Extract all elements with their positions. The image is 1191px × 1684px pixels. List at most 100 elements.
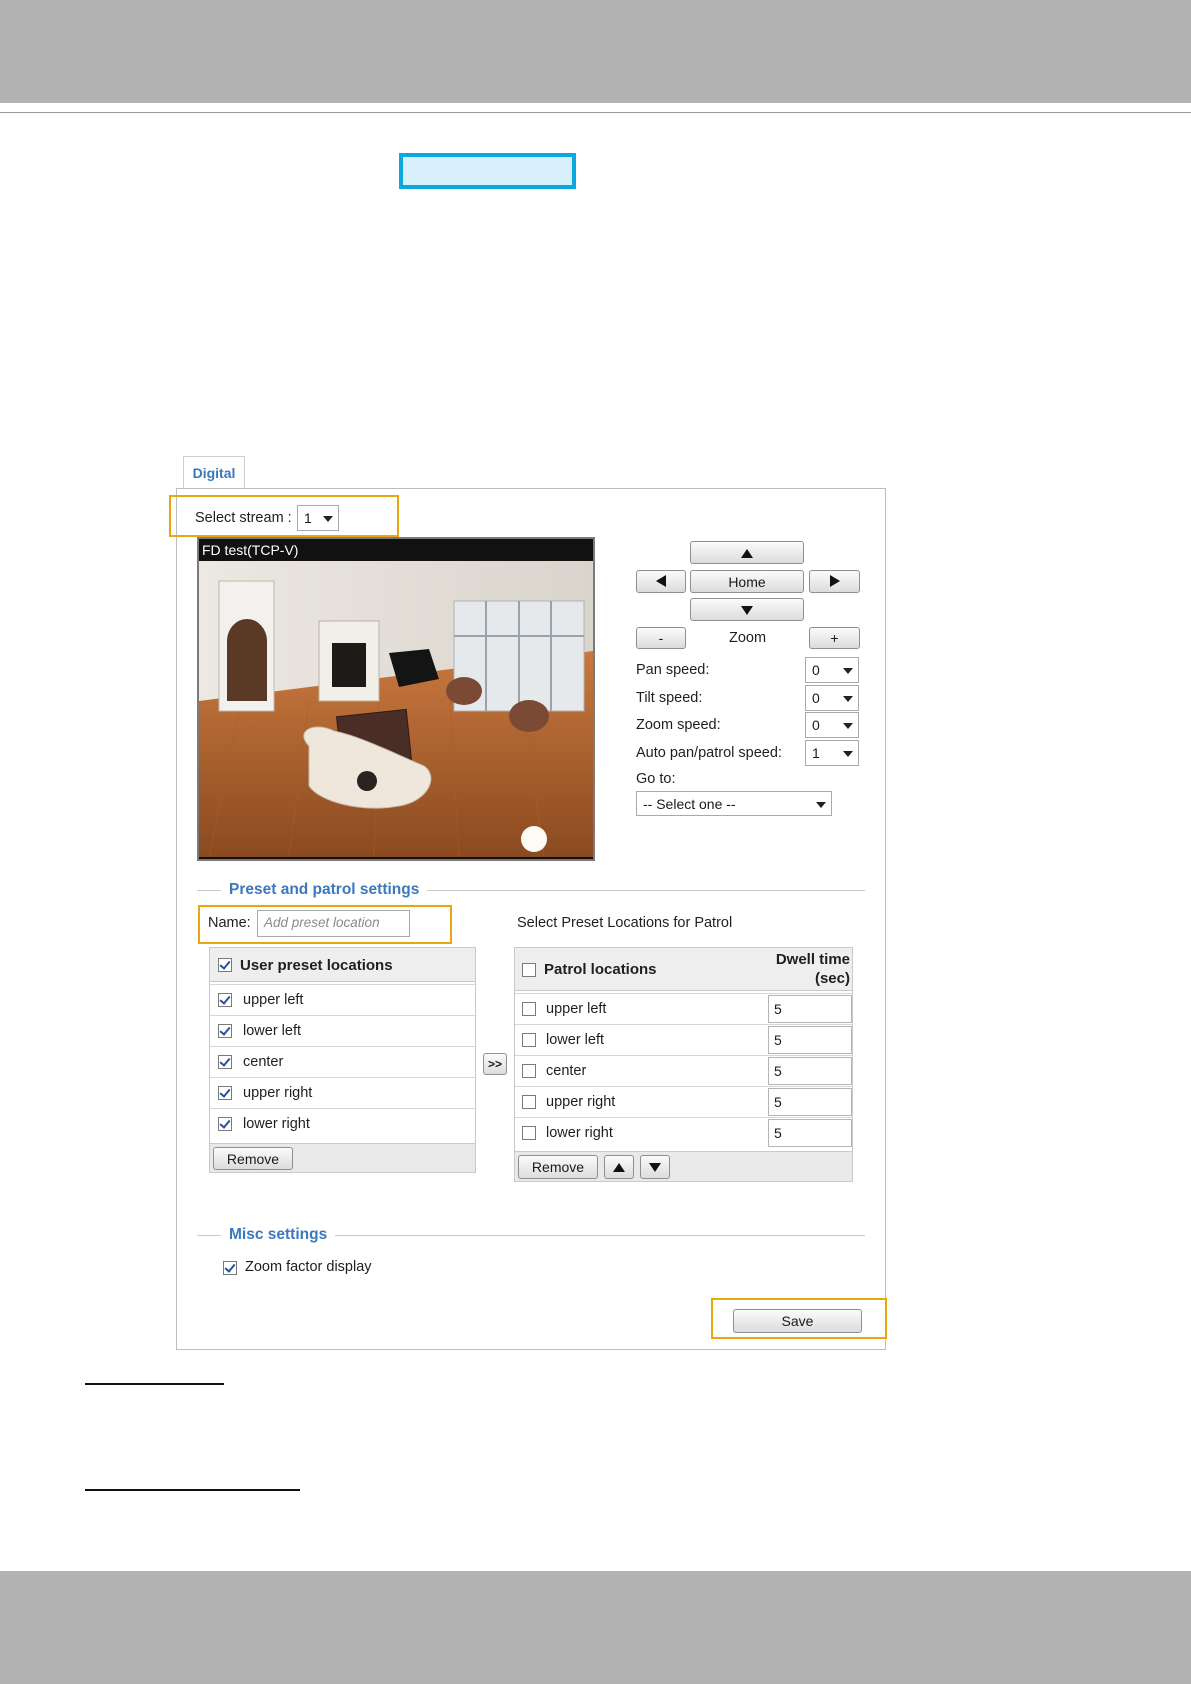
auto-pan-speed-label: Auto pan/patrol speed:: [636, 745, 782, 761]
dwell-time-input[interactable]: 5: [768, 1026, 852, 1054]
chevron-down-icon: [323, 516, 333, 522]
arrow-down-icon: [649, 1163, 661, 1172]
pan-speed-label: Pan speed:: [636, 662, 710, 678]
patrol-caption: Select Preset Locations for Patrol: [517, 915, 733, 931]
pan-speed-value: 0: [812, 662, 820, 678]
arrow-up-icon: [613, 1163, 625, 1172]
misc-section-title: Misc settings: [221, 1226, 336, 1244]
preset-checkbox[interactable]: [218, 1117, 232, 1131]
dwell-time-input[interactable]: 5: [768, 1057, 852, 1085]
zoom-factor-checkbox[interactable]: [223, 1261, 237, 1275]
zoom-speed-select[interactable]: 0: [805, 712, 859, 738]
goto-label: Go to:: [636, 771, 676, 787]
tilt-up-button[interactable]: [690, 541, 804, 564]
arrow-right-icon: [829, 575, 840, 587]
table-row[interactable]: lower right 5: [515, 1117, 852, 1148]
list-item[interactable]: upper left: [210, 984, 475, 1015]
user-preset-footer: Remove: [210, 1143, 475, 1172]
remove-patrol-button[interactable]: Remove: [518, 1155, 598, 1179]
table-row[interactable]: upper left 5: [515, 993, 852, 1024]
table-row[interactable]: center 5: [515, 1055, 852, 1086]
preset-label: upper right: [243, 1085, 313, 1101]
preset-checkbox[interactable]: [218, 1086, 232, 1100]
patrol-checkbox[interactable]: [522, 1126, 536, 1140]
underline-rule-2: [85, 1489, 300, 1491]
dwell-time-input[interactable]: 5: [768, 995, 852, 1023]
highlight-box: [399, 153, 576, 189]
move-up-button[interactable]: [604, 1155, 634, 1179]
preset-name-placeholder: Add preset location: [264, 915, 380, 930]
video-frame: [197, 537, 595, 861]
chevron-down-icon: [843, 696, 853, 702]
page-footer-band: [0, 1571, 1191, 1684]
move-down-button[interactable]: [640, 1155, 670, 1179]
select-stream-label: Select stream :: [195, 510, 292, 526]
preset-name-label: Name:: [208, 915, 251, 931]
patrol-checkbox[interactable]: [522, 1002, 536, 1016]
arrow-left-icon: [656, 575, 666, 587]
preset-checkbox[interactable]: [218, 1024, 232, 1038]
table-row[interactable]: lower left 5: [515, 1024, 852, 1055]
preset-label: center: [243, 1054, 284, 1070]
zoom-speed-value: 0: [812, 717, 820, 733]
tab-digital[interactable]: Digital: [183, 456, 245, 489]
zoom-in-button[interactable]: +: [809, 627, 860, 649]
list-item[interactable]: upper right: [210, 1077, 475, 1108]
list-item[interactable]: lower left: [210, 1015, 475, 1046]
tilt-down-button[interactable]: [690, 598, 804, 621]
preset-name-input[interactable]: Add preset location: [257, 910, 410, 937]
chevron-down-icon: [843, 668, 853, 674]
patrol-footer: Remove: [515, 1151, 852, 1181]
preset-label: lower right: [243, 1116, 310, 1132]
video-title: FD test(TCP-V): [199, 539, 593, 561]
home-button[interactable]: Home: [690, 570, 804, 593]
auto-pan-speed-select[interactable]: 1: [805, 740, 859, 766]
remove-preset-button[interactable]: Remove: [213, 1147, 293, 1170]
preset-section-title: Preset and patrol settings: [221, 881, 428, 899]
live-video-image: [199, 561, 593, 857]
preset-checkbox[interactable]: [218, 993, 232, 1007]
chevron-down-icon: [843, 723, 853, 729]
list-item[interactable]: center: [210, 1046, 475, 1077]
patrol-checkbox[interactable]: [522, 1064, 536, 1078]
patrol-label: upper right: [546, 1094, 616, 1110]
list-item[interactable]: lower right: [210, 1108, 475, 1139]
dwell-time-input[interactable]: 5: [768, 1119, 852, 1147]
user-preset-list: User preset locations upper left lower l…: [209, 947, 476, 1173]
page-header-band: [0, 0, 1191, 103]
dwell-time-input[interactable]: 5: [768, 1088, 852, 1116]
dwell-header-line2: (sec): [814, 970, 850, 987]
save-button[interactable]: Save: [733, 1309, 862, 1333]
table-row[interactable]: upper right 5: [515, 1086, 852, 1117]
auto-pan-speed-value: 1: [812, 745, 820, 761]
pan-speed-select[interactable]: 0: [805, 657, 859, 683]
stream-select-value: 1: [304, 510, 312, 526]
select-all-patrol-checkbox[interactable]: [522, 963, 536, 977]
tilt-speed-value: 0: [812, 690, 820, 706]
patrol-checkbox[interactable]: [522, 1095, 536, 1109]
patrol-list: Patrol locations Dwell time (sec) upper …: [514, 947, 853, 1182]
patrol-label: lower left: [546, 1032, 605, 1048]
add-to-patrol-button[interactable]: >>: [483, 1053, 507, 1075]
tilt-speed-select[interactable]: 0: [805, 685, 859, 711]
pan-left-button[interactable]: [636, 570, 686, 593]
pan-right-button[interactable]: [809, 570, 860, 593]
header-rule: [0, 112, 1191, 113]
arrow-down-icon: [741, 606, 753, 615]
zoom-out-button[interactable]: -: [636, 627, 686, 649]
zoom-label: Zoom: [729, 630, 767, 646]
chevron-down-icon: [816, 802, 826, 808]
patrol-label: upper left: [546, 1001, 607, 1017]
zoom-speed-label: Zoom speed:: [636, 717, 721, 733]
preset-label: lower left: [243, 1023, 302, 1039]
arrow-up-icon: [741, 549, 753, 558]
preset-checkbox[interactable]: [218, 1055, 232, 1069]
patrol-header: Patrol locations Dwell time (sec): [515, 948, 852, 991]
patrol-checkbox[interactable]: [522, 1033, 536, 1047]
preset-label: upper left: [243, 992, 304, 1008]
dwell-header-line1: Dwell time: [775, 951, 850, 968]
goto-select[interactable]: -- Select one --: [636, 791, 832, 816]
select-all-presets-checkbox[interactable]: [218, 958, 232, 972]
stream-select[interactable]: 1: [297, 505, 339, 531]
user-preset-header: User preset locations: [210, 948, 475, 982]
